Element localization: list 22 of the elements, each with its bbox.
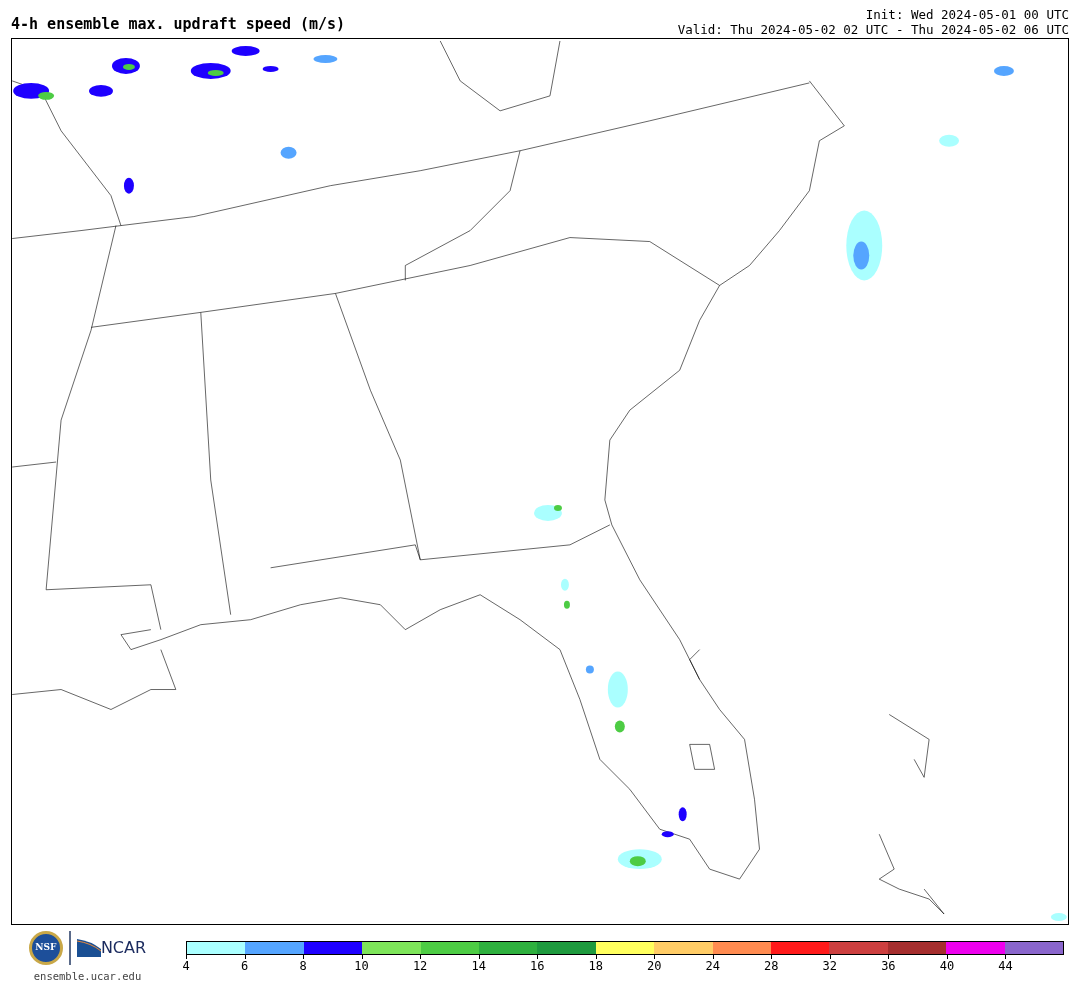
valid-time: Valid: Thu 2024-05-02 02 UTC - Thu 2024-05-02 06 UTC xyxy=(677,22,1069,37)
colorbar-tick-label: 32 xyxy=(822,960,838,972)
colorbar-tick-label: 8 xyxy=(299,960,307,972)
init-time: Init: Wed 2024-05-01 00 UTC xyxy=(865,7,1069,22)
colorbar-tick-label: 36 xyxy=(881,960,896,972)
colorbar-tick-label: 24 xyxy=(705,960,720,972)
colorbar-tick-label: 44 xyxy=(998,960,1013,972)
colorbar-tick-label: 6 xyxy=(240,960,249,972)
colorbar-tick-label: 40 xyxy=(939,960,955,972)
site-url: ensemble.ucar.edu xyxy=(33,969,142,984)
colorbar-tick-label: 16 xyxy=(529,960,545,972)
colorbar-tick-label: 18 xyxy=(588,960,603,972)
colorbar-tick-label: 10 xyxy=(354,960,369,972)
colorbar-tick-label: 4 xyxy=(182,960,190,972)
seal-logo: NSF xyxy=(28,931,63,965)
colorbar-tick-label: 14 xyxy=(471,960,486,972)
colorbar-tick-label: 28 xyxy=(764,960,779,972)
colorbar-tick-label: 20 xyxy=(647,960,662,972)
colorbar-tick-label: 12 xyxy=(412,960,428,972)
ncar-wordmark: NCAR xyxy=(100,937,147,959)
chart-title: 4-h ensemble max. updraft speed (m/s) xyxy=(11,17,346,32)
swoosh-icon xyxy=(76,939,101,957)
